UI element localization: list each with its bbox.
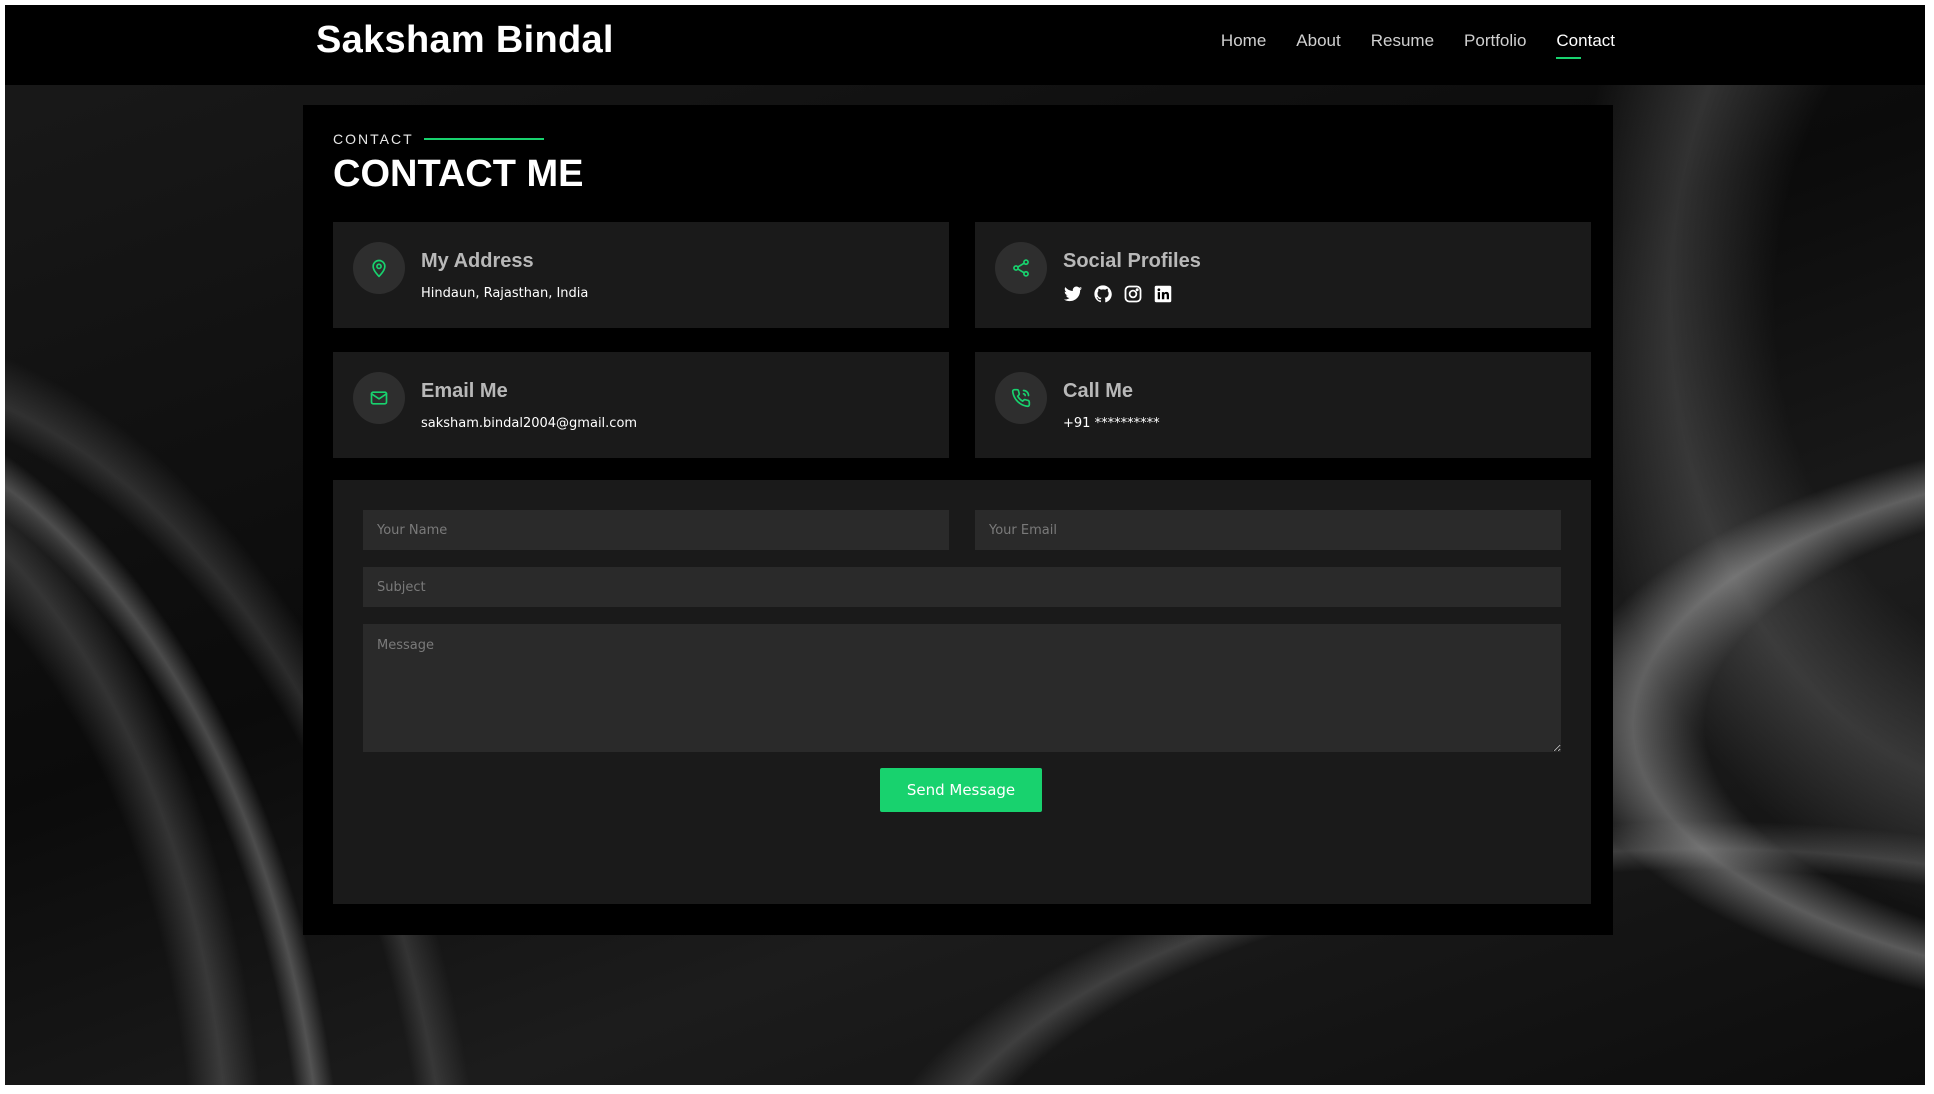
page-frame: Saksham Bindal Home About Resume Portfol… bbox=[5, 5, 1925, 1085]
site-header: Saksham Bindal Home About Resume Portfol… bbox=[5, 5, 1925, 85]
share-icon bbox=[995, 242, 1047, 294]
nav-contact[interactable]: Contact bbox=[1556, 31, 1615, 59]
instagram-icon[interactable] bbox=[1123, 284, 1143, 304]
subject-input[interactable] bbox=[363, 567, 1561, 607]
social-card: Social Profiles bbox=[975, 222, 1591, 328]
section-label-line bbox=[423, 138, 544, 140]
address-title: My Address bbox=[421, 250, 534, 272]
call-text[interactable]: +91 ********** bbox=[1063, 416, 1160, 431]
email-card: Email Me saksham.bindal2004@gmail.com bbox=[333, 352, 949, 458]
email-title: Email Me bbox=[421, 380, 508, 402]
nav-home[interactable]: Home bbox=[1221, 31, 1266, 59]
mail-icon bbox=[353, 372, 405, 424]
call-title: Call Me bbox=[1063, 380, 1134, 402]
social-links bbox=[1063, 284, 1173, 304]
contact-section: CONTACT CONTACT ME My Address Hindaun, R… bbox=[303, 105, 1613, 935]
address-card: My Address Hindaun, Rajasthan, India bbox=[333, 222, 949, 328]
social-title: Social Profiles bbox=[1063, 250, 1201, 272]
twitter-icon[interactable] bbox=[1063, 284, 1083, 304]
email-input[interactable] bbox=[975, 510, 1561, 550]
send-message-button[interactable]: Send Message bbox=[880, 768, 1042, 812]
section-label: CONTACT bbox=[333, 131, 544, 147]
message-textarea[interactable] bbox=[363, 624, 1561, 752]
linkedin-icon[interactable] bbox=[1153, 284, 1173, 304]
section-title: CONTACT ME bbox=[333, 153, 584, 195]
section-label-text: CONTACT bbox=[333, 131, 414, 147]
site-logo[interactable]: Saksham Bindal bbox=[316, 19, 614, 62]
nav-resume[interactable]: Resume bbox=[1371, 31, 1434, 59]
nav-portfolio[interactable]: Portfolio bbox=[1464, 31, 1526, 59]
main-nav: Home About Resume Portfolio Contact bbox=[1221, 31, 1615, 59]
address-text: Hindaun, Rajasthan, India bbox=[421, 286, 589, 301]
map-pin-icon bbox=[353, 242, 405, 294]
name-input[interactable] bbox=[363, 510, 949, 550]
phone-icon bbox=[995, 372, 1047, 424]
nav-about[interactable]: About bbox=[1296, 31, 1340, 59]
call-card: Call Me +91 ********** bbox=[975, 352, 1591, 458]
github-icon[interactable] bbox=[1093, 284, 1113, 304]
email-text[interactable]: saksham.bindal2004@gmail.com bbox=[421, 416, 637, 431]
contact-form: Send Message bbox=[333, 480, 1591, 904]
